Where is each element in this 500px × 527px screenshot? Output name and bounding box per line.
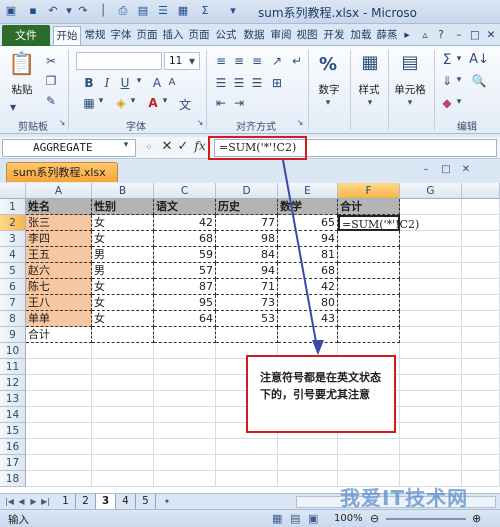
active-cell-f2[interactable]: =SUM('*'!C2) [338, 215, 419, 231]
new-sheet-icon[interactable]: ✦ [160, 496, 174, 508]
sheet-tab-1[interactable]: 1 [56, 494, 76, 509]
sheet-tab-3[interactable]: 3 [96, 494, 116, 509]
prev-sheet-icon[interactable]: ◀ [16, 496, 27, 508]
annotation-arrow [282, 159, 324, 355]
normal-view-icon[interactable]: ▦ [272, 512, 282, 525]
sheet-tab-5[interactable]: 5 [136, 494, 156, 509]
zoom-in-icon[interactable]: ⊕ [472, 512, 481, 525]
zoom-out-icon[interactable]: ⊖ [370, 512, 379, 525]
sheet-tab-4[interactable]: 4 [116, 494, 136, 509]
last-sheet-icon[interactable]: ▶| [40, 496, 51, 508]
page-layout-view-icon[interactable]: ▤ [290, 512, 300, 525]
zoom-slider[interactable] [386, 518, 466, 520]
status-bar: 输入 ▦ ▤ ▣ 100% ⊖ ⊕ [0, 509, 500, 527]
watermark: 我爱IT技术网 [340, 486, 469, 510]
sheet-tab-2[interactable]: 2 [76, 494, 96, 509]
status-mode: 输入 [8, 514, 29, 526]
first-sheet-icon[interactable]: |◀ [4, 496, 15, 508]
next-sheet-icon[interactable]: ▶ [28, 496, 39, 508]
zoom-level[interactable]: 100% [334, 513, 363, 524]
page-break-view-icon[interactable]: ▣ [308, 512, 318, 525]
